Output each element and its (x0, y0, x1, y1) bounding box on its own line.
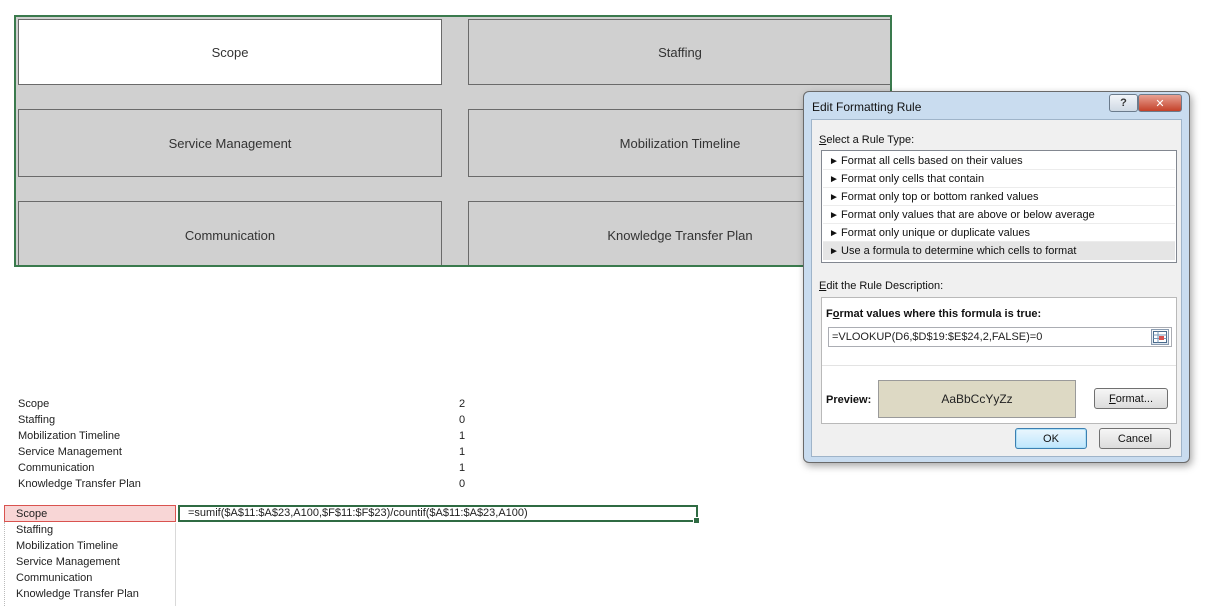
tile-service-management[interactable]: Service Management (18, 109, 442, 177)
lookup-item[interactable]: Service Management (16, 554, 120, 570)
rule-type-item[interactable]: ► Format only values that are above or be… (823, 206, 1175, 224)
close-button[interactable]: ✕ (1138, 94, 1182, 112)
lookup-item[interactable]: Staffing (16, 522, 53, 538)
tile-scope[interactable]: Scope (18, 19, 442, 85)
column-gridline (175, 523, 176, 606)
format-button[interactable]: Format... (1094, 388, 1168, 409)
range-select-icon (1153, 331, 1167, 343)
rule-type-item[interactable]: ► Format only top or bottom ranked values (823, 188, 1175, 206)
tile-staffing[interactable]: Staffing (468, 19, 890, 85)
summary-name[interactable]: Knowledge Transfer Plan (18, 476, 141, 492)
arrow-icon: ► (829, 156, 839, 167)
preview-swatch: AaBbCcYyZz (878, 380, 1076, 418)
edit-formatting-rule-dialog: Edit Formatting Rule ? ✕ Select a Rule T… (803, 91, 1190, 463)
summary-name[interactable]: Mobilization Timeline (18, 428, 120, 444)
summary-name[interactable]: Scope (18, 396, 49, 412)
select-rule-type-label: Select a Rule Type: (819, 134, 915, 146)
formula-input[interactable]: =VLOOKUP(D6,$D$19:$E$24,2,FALSE)=0 (828, 327, 1172, 347)
rule-type-item[interactable]: ► Format only unique or duplicate values (823, 224, 1175, 242)
close-icon: ✕ (1155, 97, 1165, 110)
arrow-icon: ► (829, 174, 839, 185)
rule-description-box: Format values where this formula is true… (821, 297, 1177, 424)
edit-rule-description-label: Edit the Rule Description: (819, 280, 944, 292)
highlighted-cell-scope[interactable]: Scope (4, 505, 176, 522)
summary-value[interactable]: 1 (459, 460, 465, 476)
category-tile-grid: Scope Staffing Service Management Mobili… (14, 15, 892, 267)
summary-value[interactable]: 2 (459, 396, 465, 412)
help-icon: ? (1120, 97, 1127, 109)
rule-type-item-selected[interactable]: ► Use a formula to determine which cells … (823, 242, 1175, 260)
divider (822, 365, 1176, 366)
arrow-icon: ► (829, 192, 839, 203)
arrow-icon: ► (829, 246, 839, 257)
summary-name[interactable]: Communication (18, 460, 94, 476)
fill-handle[interactable] (693, 517, 700, 524)
rule-type-item[interactable]: ► Format only cells that contain (823, 170, 1175, 188)
summary-name[interactable]: Service Management (18, 444, 122, 460)
summary-value[interactable]: 1 (459, 428, 465, 444)
ok-button[interactable]: OK (1015, 428, 1087, 449)
summary-value[interactable]: 0 (459, 476, 465, 492)
summary-value[interactable]: 1 (459, 444, 465, 460)
rule-type-list[interactable]: ► Format all cells based on their values … (821, 150, 1177, 263)
lookup-item[interactable]: Communication (16, 570, 92, 586)
cancel-button[interactable]: Cancel (1099, 428, 1171, 449)
dialog-body: Select a Rule Type: ► Format all cells ba… (811, 119, 1182, 457)
lookup-item[interactable]: Mobilization Timeline (16, 538, 118, 554)
tile-communication[interactable]: Communication (18, 201, 442, 265)
arrow-icon: ► (829, 228, 839, 239)
dialog-title: Edit Formatting Rule (812, 100, 922, 114)
summary-name[interactable]: Staffing (18, 412, 55, 428)
summary-value[interactable]: 0 (459, 412, 465, 428)
arrow-icon: ► (829, 210, 839, 221)
preview-label: Preview: (826, 394, 872, 406)
help-button[interactable]: ? (1109, 94, 1138, 112)
lookup-item[interactable]: Knowledge Transfer Plan (16, 586, 139, 602)
active-formula-cell[interactable]: =sumif($A$11:$A$23,A100,$F$11:$F$23)/cou… (178, 505, 700, 524)
formula-label: Format values where this formula is true… (826, 308, 1042, 320)
collapse-dialog-button[interactable] (1151, 329, 1169, 345)
rule-type-item[interactable]: ► Format all cells based on their values (823, 152, 1175, 170)
summary-list: Scope 2 Staffing 0 Mobilization Timeline… (18, 396, 478, 496)
